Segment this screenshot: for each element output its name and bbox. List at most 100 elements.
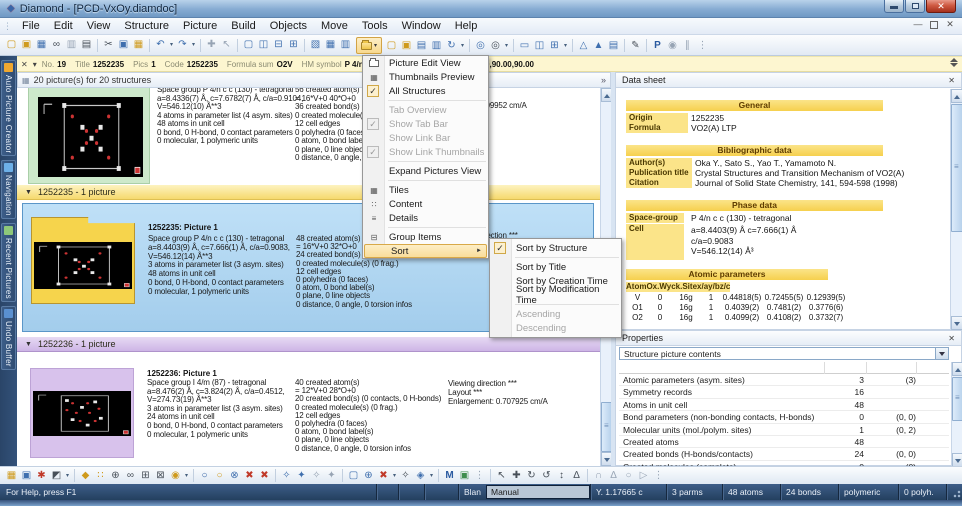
paste-icon[interactable]: ▦ (131, 37, 146, 53)
toolbar-separator[interactable] (490, 469, 491, 482)
toolbar-separator[interactable] (275, 469, 276, 482)
dropdown-arrow-icon[interactable]: ▾ (183, 468, 190, 484)
menu-bar-item[interactable]: Edit (47, 19, 80, 33)
print-icon[interactable]: ▤ (79, 37, 94, 53)
page-layout-icon[interactable]: ▭ (517, 38, 532, 54)
copy-icon[interactable]: ▣ (116, 37, 131, 53)
collapse-triangle-icon[interactable]: ▼ (25, 341, 32, 348)
measure-icon[interactable]: ✧ (398, 468, 413, 484)
chevron-more-icon[interactable]: » (601, 75, 606, 85)
record-icon[interactable]: ◉ (665, 38, 680, 54)
chart-icon[interactable]: ▲ (591, 38, 606, 54)
picture-list-icon[interactable]: ▤ (414, 38, 429, 54)
data-sheet-header[interactable]: Data sheet (616, 73, 961, 88)
radius-icon[interactable]: ○ (621, 468, 636, 484)
toolbar-separator[interactable] (469, 39, 470, 52)
redo-icon[interactable]: ↷ (175, 37, 190, 53)
auto-build-icon[interactable]: ◈ (413, 468, 428, 484)
packing-icon[interactable]: ⊞ (138, 468, 153, 484)
menu-item-content[interactable]: ∷Content (363, 197, 488, 211)
scroll-up-icon[interactable] (951, 89, 962, 103)
window-cascade-icon[interactable]: ▢ (241, 37, 256, 53)
menu-item-details[interactable]: ≡Details (363, 211, 488, 225)
save-file-icon[interactable]: ▦ (34, 37, 49, 53)
orientation-icon[interactable]: ⊕ (361, 468, 376, 484)
resize-grip-icon[interactable] (946, 484, 962, 500)
contact-pattern2-icon[interactable]: ✖ (257, 468, 272, 484)
chevron-down-icon[interactable] (935, 348, 948, 359)
toolbar-separator[interactable] (304, 39, 305, 52)
data-sheet-scrollbar[interactable] (950, 89, 962, 330)
property-row[interactable]: Bond parameters (non-bonding contacts, H… (619, 411, 949, 423)
menu-item-sort-by-title[interactable]: Sort by Title (490, 260, 621, 274)
menu-item-sort-by-structure[interactable]: Sort by Structure (490, 241, 621, 255)
polyhedra-icon[interactable]: ◆ (78, 468, 93, 484)
toolbar-separator[interactable] (513, 39, 514, 52)
dropdown-arrow-icon[interactable]: ▾ (391, 468, 398, 484)
menu-item-group-items[interactable]: ⊟Group Items (363, 230, 488, 244)
pov-icon[interactable]: P (650, 38, 665, 54)
menu-bar-item[interactable]: Objects (263, 19, 314, 33)
add-atoms-icon[interactable]: ⊕ (108, 468, 123, 484)
bond-type-icon[interactable]: ✦ (294, 468, 309, 484)
dropdown-arrow-icon[interactable]: ▾ (64, 468, 71, 484)
cut-icon[interactable]: ✂ (101, 37, 116, 53)
menu-bar-item[interactable]: Move (314, 19, 355, 33)
fragment-icon[interactable]: ⊠ (153, 468, 168, 484)
menu-bar-item[interactable]: Structure (117, 19, 176, 33)
atomic-table-row[interactable]: O2016g10.4099(2)0.4108(2)0.3732(7) (626, 313, 847, 323)
grid-layout-icon[interactable]: ⊞ (547, 38, 562, 54)
close-button[interactable] (926, 0, 956, 13)
m-tool-icon[interactable]: M (442, 468, 457, 484)
rotate-mode-icon[interactable]: ↻ (524, 468, 539, 484)
tilt-icon[interactable]: ∆ (569, 468, 584, 484)
properties-scrollbar[interactable] (951, 362, 962, 467)
grip2-icon[interactable]: ⋮ (651, 468, 666, 484)
mdi-restore-icon[interactable] (930, 21, 938, 29)
window-horizontal-icon[interactable]: ⊟ (271, 37, 286, 53)
arc-measure-icon[interactable]: ∩ (591, 468, 606, 484)
expand-structure-icon[interactable]: ▾ (33, 60, 37, 69)
new-picture-icon[interactable]: ▢ (384, 38, 399, 54)
zoom-icon[interactable]: ◎ (473, 38, 488, 54)
property-row[interactable]: Created bonds (H-bonds/contacts)24(0, 0) (619, 448, 949, 460)
close-panel-icon[interactable] (948, 334, 955, 343)
toolbar-separator[interactable] (200, 39, 201, 52)
ring-yellow-icon[interactable]: ○ (212, 468, 227, 484)
scrollbar-thumb[interactable] (952, 377, 962, 421)
picture-view-icon[interactable]: ▧ (308, 37, 323, 53)
play-icon[interactable]: ▷ (636, 468, 651, 484)
mdi-close-icon[interactable] (944, 19, 956, 30)
split-view-icon[interactable]: ◫ (532, 38, 547, 54)
cell-edges-icon[interactable]: ▢ (346, 468, 361, 484)
picture-filter-icon[interactable]: ◩ (49, 468, 64, 484)
close-structure-icon[interactable]: ✕ (21, 60, 28, 69)
structure-field[interactable]: Title1252235 (75, 60, 124, 69)
menu-bar-item[interactable]: Tools (355, 19, 395, 33)
pointer-icon[interactable]: ↖ (494, 468, 509, 484)
ring-search-icon[interactable]: ○ (197, 468, 212, 484)
toolbar-separator[interactable] (97, 39, 98, 52)
group-header-1252235[interactable]: ▼ 1252235 - 1 picture (17, 185, 600, 200)
fill-cell-icon[interactable]: ◉ (168, 468, 183, 484)
dropdown-arrow-icon[interactable]: ▾ (428, 468, 435, 484)
properties-selector[interactable]: Structure picture contents (619, 347, 949, 360)
property-row[interactable]: Symmetry records16 (619, 386, 949, 398)
menu-item-thumbnails-preview[interactable]: ▦Thumbnails Preview (363, 70, 488, 84)
group-header-1252236[interactable]: ▼ 1252236 - 1 picture (17, 337, 600, 352)
connect-atoms-icon[interactable]: ∞ (123, 468, 138, 484)
atomic-table-row[interactable]: V016g10.44818(5)0.72455(5)0.12939(5) (626, 293, 847, 303)
structure-field[interactable]: Code1252235 (165, 60, 218, 69)
menu-item-expand-pictures-view[interactable]: Expand Pictures View (363, 164, 488, 178)
zoom-mode-icon[interactable]: ◎ (488, 38, 503, 54)
spin-mode-icon[interactable]: ↺ (539, 468, 554, 484)
sidebar-tab[interactable]: Recent Pictures (1, 223, 16, 302)
coordination-icon[interactable]: ⊗ (227, 468, 242, 484)
toolbar-separator[interactable] (646, 39, 647, 52)
copy-picture-icon[interactable]: ▣ (399, 38, 414, 54)
sidebar-tab[interactable]: Undo Buffer (1, 306, 16, 370)
dropdown-arrow-icon[interactable]: ▾ (459, 38, 466, 54)
menu-bar-item[interactable]: Picture (176, 19, 224, 33)
toolbar-separator[interactable] (237, 39, 238, 52)
history-icon[interactable]: ↻ (444, 38, 459, 54)
